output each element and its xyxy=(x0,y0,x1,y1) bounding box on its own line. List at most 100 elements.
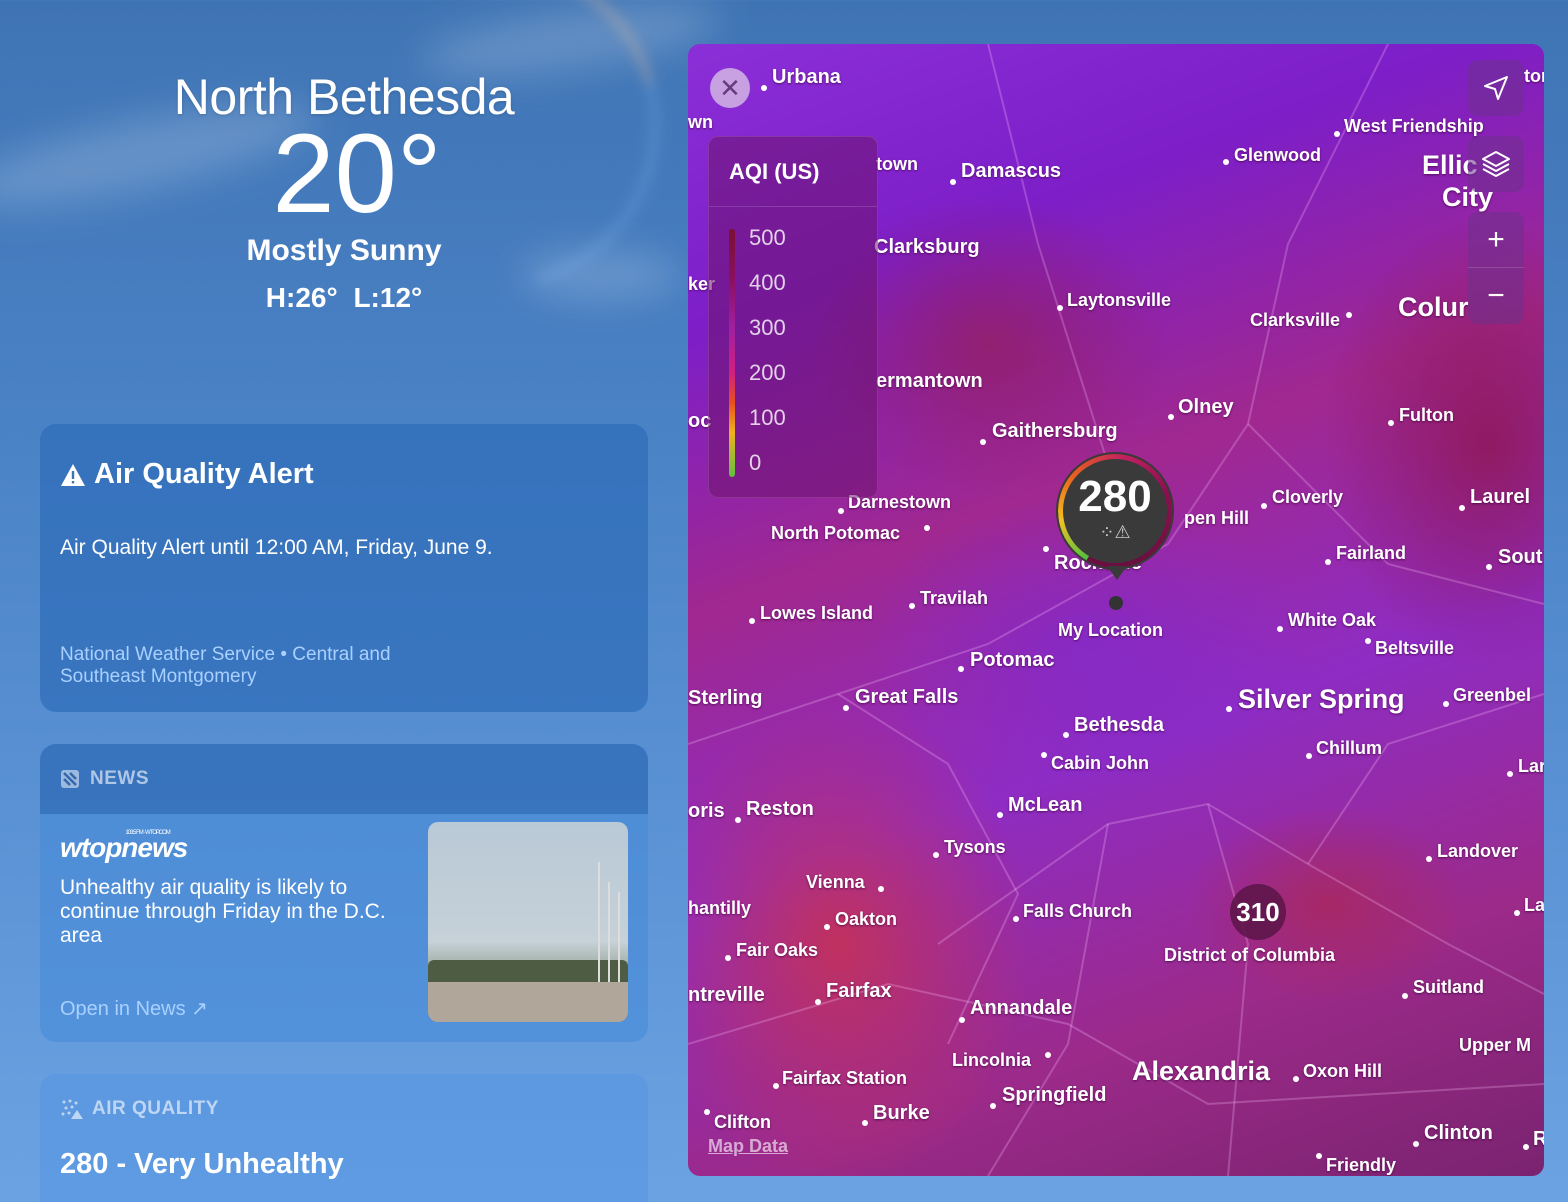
place-label: Gaithersburg xyxy=(992,420,1118,442)
place-label: Clinton xyxy=(1424,1122,1493,1144)
place-label: Springfield xyxy=(1002,1084,1107,1106)
place-label: ermantown xyxy=(876,370,983,392)
place-label: town xyxy=(876,154,918,174)
legend-tick: 200 xyxy=(749,360,786,385)
place-label: Laurel xyxy=(1470,486,1531,508)
place-label: Glenwood xyxy=(1234,145,1321,165)
news-card[interactable]: NEWS wtopnews103.5 FM · WTOP.COM Unhealt… xyxy=(40,744,648,1042)
place-label: Travilah xyxy=(920,588,989,608)
place-label: Alexandria xyxy=(1132,1056,1271,1086)
place-label: Oxon Hill xyxy=(1303,1061,1383,1081)
zoom-in-button[interactable]: + xyxy=(1468,212,1524,268)
place-label: Clarksville xyxy=(1250,310,1341,330)
air-quality-icon xyxy=(61,1099,83,1119)
my-location-dot xyxy=(1109,596,1123,610)
place-label: oris xyxy=(688,800,725,822)
place-label: Damascus xyxy=(961,160,1062,182)
place-label: Lincolnia xyxy=(952,1050,1032,1070)
place-label: White Oak xyxy=(1288,610,1377,630)
place-label: Reston xyxy=(746,798,814,820)
news-headline[interactable]: Unhealthy air quality is likely to conti… xyxy=(60,876,410,948)
current-location-button[interactable] xyxy=(1468,60,1524,116)
close-button[interactable]: ✕ xyxy=(710,68,750,108)
place-label: Potomac xyxy=(970,649,1055,671)
air-quality-alert-card[interactable]: Air Quality Alert Air Quality Alert unti… xyxy=(40,424,648,712)
place-label: Clarksburg xyxy=(874,236,980,258)
place-label: Cloverly xyxy=(1272,487,1344,507)
warning-icon xyxy=(61,463,85,486)
location-arrow-icon xyxy=(1484,76,1508,100)
place-label: Burke xyxy=(873,1102,930,1124)
alert-title-text: Air Quality Alert xyxy=(94,458,314,490)
wtop-logo: wtopnews103.5 FM · WTOP.COM xyxy=(60,830,188,863)
high-low-text: H:26° L:12° xyxy=(265,282,423,313)
weather-header: North Bethesda 20° Mostly Sunny H:26° L:… xyxy=(40,68,648,314)
legend-tick: 400 xyxy=(749,270,786,295)
place-label: Vienna xyxy=(806,872,865,892)
air-quality-value: 280 - Very Unhealthy xyxy=(60,1148,344,1180)
place-label: Cabin John xyxy=(1051,753,1149,773)
place-label: pen Hill xyxy=(1184,508,1250,528)
place-label: hantilly xyxy=(688,898,752,918)
open-in-news-link[interactable]: Open in News ↗ xyxy=(60,996,208,1021)
place-label: McLean xyxy=(1008,794,1083,816)
aqi-badge[interactable]: 310 xyxy=(1230,884,1286,940)
place-label: Great Falls xyxy=(855,686,959,708)
place-label: Greenbel xyxy=(1453,685,1532,705)
news-thumbnail[interactable] xyxy=(428,822,628,1022)
legend-tick: 0 xyxy=(749,450,762,475)
place-label: ntreville xyxy=(688,984,765,1006)
place-label: Suitland xyxy=(1413,977,1484,997)
place-label: Laytonsville xyxy=(1067,290,1172,310)
place-label: Fairland xyxy=(1336,543,1407,563)
place-label: Annandale xyxy=(970,997,1073,1019)
air-quality-card[interactable]: AIR QUALITY 280 - Very Unhealthy xyxy=(40,1074,648,1202)
place-label: North Potomac xyxy=(771,523,901,543)
aqi-legend: AQI (US) 500 400 300 200 100 0 xyxy=(708,136,878,498)
aqi-gauge-ring xyxy=(1058,454,1172,568)
place-label: Oakton xyxy=(835,909,898,929)
news-icon xyxy=(61,770,79,788)
place-label: Falls Church xyxy=(1023,901,1133,921)
zoom-out-button[interactable]: − xyxy=(1468,268,1524,324)
my-location-label: My Location xyxy=(1058,620,1164,640)
legend-tick: 500 xyxy=(749,225,786,250)
plus-icon: + xyxy=(1487,222,1505,256)
place-label: Fairfax xyxy=(826,980,892,1002)
pin-tail xyxy=(1107,566,1127,580)
place-label: Fair Oaks xyxy=(736,940,819,960)
map-layers-button[interactable] xyxy=(1468,136,1524,192)
place-label: Upper M xyxy=(1459,1035,1531,1055)
map-data-link[interactable]: Map Data xyxy=(708,1136,788,1157)
condition-text: Mostly Sunny xyxy=(246,234,442,267)
place-label: Clifton xyxy=(714,1112,771,1132)
close-icon: ✕ xyxy=(719,72,741,103)
place-label: La xyxy=(1524,895,1544,915)
place-label: Urbana xyxy=(772,66,841,88)
place-label: tor xyxy=(1524,66,1544,86)
place-label: Bethesda xyxy=(1074,714,1165,736)
legend-title: AQI (US) xyxy=(709,137,877,207)
news-header: NEWS xyxy=(40,744,648,814)
alert-title: Air Quality Alert xyxy=(60,458,314,491)
air-quality-map[interactable]: Urbana wn West Friendship tor Ellic City… xyxy=(688,44,1544,1176)
alert-description: Air Quality Alert until 12:00 AM, Friday… xyxy=(60,536,493,559)
alert-source-link[interactable]: National Weather Service • Central and S… xyxy=(60,644,460,688)
place-label: Fulton xyxy=(1399,405,1454,425)
place-label: Fairfax Station xyxy=(782,1068,908,1088)
place-label: Lar xyxy=(1518,756,1544,776)
place-label: R xyxy=(1533,1128,1544,1150)
place-label: Colur xyxy=(1398,292,1469,322)
minus-icon: − xyxy=(1487,279,1505,312)
place-label: Chillum xyxy=(1316,738,1382,758)
place-label: West Friendship xyxy=(1344,116,1484,136)
place-label: Lowes Island xyxy=(760,603,874,623)
place-label: Silver Spring xyxy=(1238,684,1405,714)
place-label: Olney xyxy=(1178,396,1234,418)
aqi-location-pin[interactable]: 280 ⁘⚠ xyxy=(1056,452,1174,570)
layers-icon xyxy=(1482,151,1510,177)
place-label: Beltsville xyxy=(1375,638,1455,658)
zoom-controls: + − xyxy=(1468,212,1524,324)
place-label: wn xyxy=(688,112,713,132)
air-quality-header: AIR QUALITY xyxy=(60,1098,219,1120)
